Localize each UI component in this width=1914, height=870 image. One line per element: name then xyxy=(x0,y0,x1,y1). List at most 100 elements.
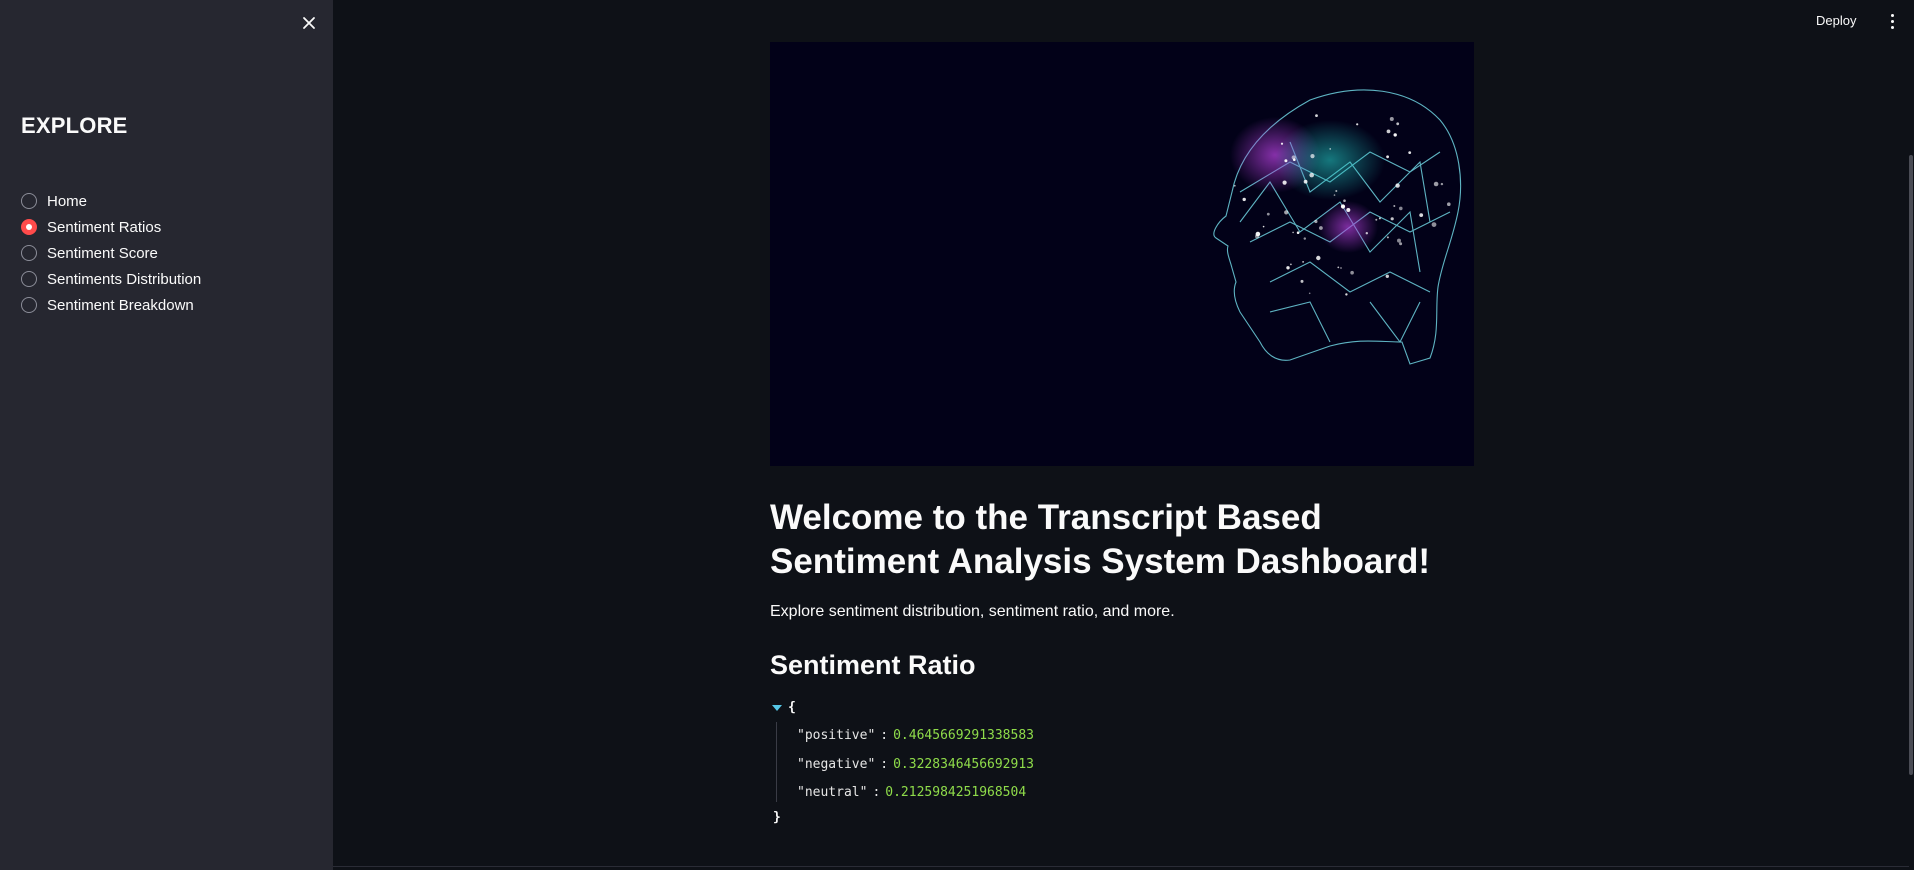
brain-node xyxy=(1393,205,1396,207)
bottom-divider xyxy=(333,866,1909,867)
json-key: "positive" xyxy=(797,728,876,743)
nav-item-sentiments-distribution[interactable]: Sentiments Distribution xyxy=(21,266,201,292)
brain-node xyxy=(1447,202,1451,206)
radio-button[interactable] xyxy=(21,297,37,313)
brain-node xyxy=(1286,266,1290,270)
brain-node xyxy=(1399,206,1403,211)
sidebar: EXPLORE Home Sentiment Ratios Sentiment … xyxy=(0,0,333,870)
json-close-brace: } xyxy=(773,810,781,825)
hero-image xyxy=(770,42,1474,466)
brain-node xyxy=(1385,274,1389,278)
brain-node xyxy=(1389,117,1394,121)
close-sidebar-button[interactable] xyxy=(298,12,320,34)
brain-node xyxy=(1440,182,1444,186)
brain-node xyxy=(1356,123,1359,126)
json-value: 0.3228346456692913 xyxy=(893,757,1034,772)
brain-node xyxy=(1290,263,1292,266)
brain-node xyxy=(1386,155,1389,159)
nav-item-sentiment-score[interactable]: Sentiment Score xyxy=(21,240,201,266)
brain-node xyxy=(1291,155,1296,160)
brain-node xyxy=(1340,204,1346,209)
brain-node xyxy=(1282,180,1287,185)
brain-node xyxy=(1280,142,1284,145)
nav-item-label: Sentiment Ratios xyxy=(47,218,162,236)
json-open-brace: { xyxy=(788,700,796,715)
json-entry-negative: "negative":0.3228346456692913 xyxy=(797,757,1034,772)
json-key: "negative" xyxy=(797,757,876,772)
sidebar-title: EXPLORE xyxy=(21,113,128,138)
nav-item-label: Sentiment Score xyxy=(47,244,158,262)
main-menu-button[interactable] xyxy=(1885,10,1899,32)
brain-node xyxy=(1315,114,1318,117)
page-title: Welcome to the Transcript Based Sentimen… xyxy=(770,498,1431,581)
nav-item-sentiment-breakdown[interactable]: Sentiment Breakdown xyxy=(21,292,201,318)
brain-node xyxy=(1408,151,1412,154)
brain-node xyxy=(1375,218,1378,221)
collapse-caret-icon[interactable] xyxy=(772,705,782,711)
brain-node xyxy=(1433,181,1439,187)
brain-node xyxy=(1333,194,1336,196)
brain-node xyxy=(1302,261,1304,263)
nav-item-label: Home xyxy=(47,192,88,210)
brain-node xyxy=(1284,159,1288,163)
brain-node xyxy=(1296,231,1300,234)
brain-node xyxy=(1340,267,1342,269)
brain-node xyxy=(1316,255,1321,261)
brain-node xyxy=(1284,210,1289,215)
brain-node xyxy=(1335,190,1338,192)
brain-node xyxy=(1350,270,1354,275)
section-title: Sentiment Ratio xyxy=(770,650,976,680)
nav-item-label: Sentiments Distribution xyxy=(47,270,202,288)
json-value: 0.2125984251968504 xyxy=(885,785,1027,800)
brain-node xyxy=(1309,172,1314,178)
scrollbar-thumb[interactable] xyxy=(1909,155,1913,775)
brain-node xyxy=(1303,179,1308,184)
radio-button[interactable] xyxy=(21,193,37,209)
brain-node xyxy=(1303,237,1306,240)
brain-node xyxy=(1386,129,1391,134)
json-entry-neutral: "neutral":0.2125984251968504 xyxy=(797,785,1027,800)
json-key: "neutral" xyxy=(797,785,868,800)
brain-node xyxy=(1386,236,1389,239)
brain-node xyxy=(1419,213,1424,218)
brain-node xyxy=(1378,217,1381,220)
page-subtitle: Explore sentiment distribution, sentimen… xyxy=(770,603,1175,620)
deploy-button[interactable]: Deploy xyxy=(1816,10,1856,32)
nav-item-home[interactable]: Home xyxy=(21,188,201,214)
brain-node xyxy=(1310,154,1315,159)
sound-wave xyxy=(814,169,1179,415)
explore-radio-group: Home Sentiment Ratios Sentiment Score Se… xyxy=(21,188,201,318)
brain-node xyxy=(1329,148,1331,150)
brain-node xyxy=(1319,226,1323,230)
brain-node xyxy=(1390,217,1394,221)
json-indent-guide xyxy=(776,722,777,802)
brain-node xyxy=(1396,122,1400,126)
brain-node xyxy=(1346,208,1351,212)
radio-button-selected[interactable] xyxy=(21,219,37,235)
sound-wave-brain-illustration xyxy=(814,89,1462,415)
brain-node xyxy=(1337,266,1340,269)
brain-node xyxy=(1292,231,1294,234)
brain-node xyxy=(1242,197,1246,202)
brain-node xyxy=(1345,293,1348,296)
brain-node xyxy=(1431,222,1437,228)
brain-node xyxy=(1395,183,1400,188)
brain-node xyxy=(1399,242,1403,246)
brain-node xyxy=(1262,225,1265,228)
radio-button[interactable] xyxy=(21,245,37,261)
brain-node xyxy=(1300,279,1304,283)
brain-node xyxy=(1393,133,1397,137)
brain-node xyxy=(1365,232,1368,235)
brain-node xyxy=(1314,219,1318,224)
kebab-menu-icon xyxy=(1890,13,1894,17)
brain-node xyxy=(1255,234,1259,239)
close-icon xyxy=(303,17,315,29)
brain-node xyxy=(1233,184,1236,187)
brain-node xyxy=(1266,212,1270,216)
nav-item-label: Sentiment Breakdown xyxy=(47,296,194,314)
brain-node xyxy=(1343,199,1346,202)
nav-item-sentiment-ratios[interactable]: Sentiment Ratios xyxy=(21,214,201,240)
radio-button[interactable] xyxy=(21,271,37,287)
brain-node xyxy=(1308,292,1311,295)
brain-node xyxy=(1397,238,1401,243)
